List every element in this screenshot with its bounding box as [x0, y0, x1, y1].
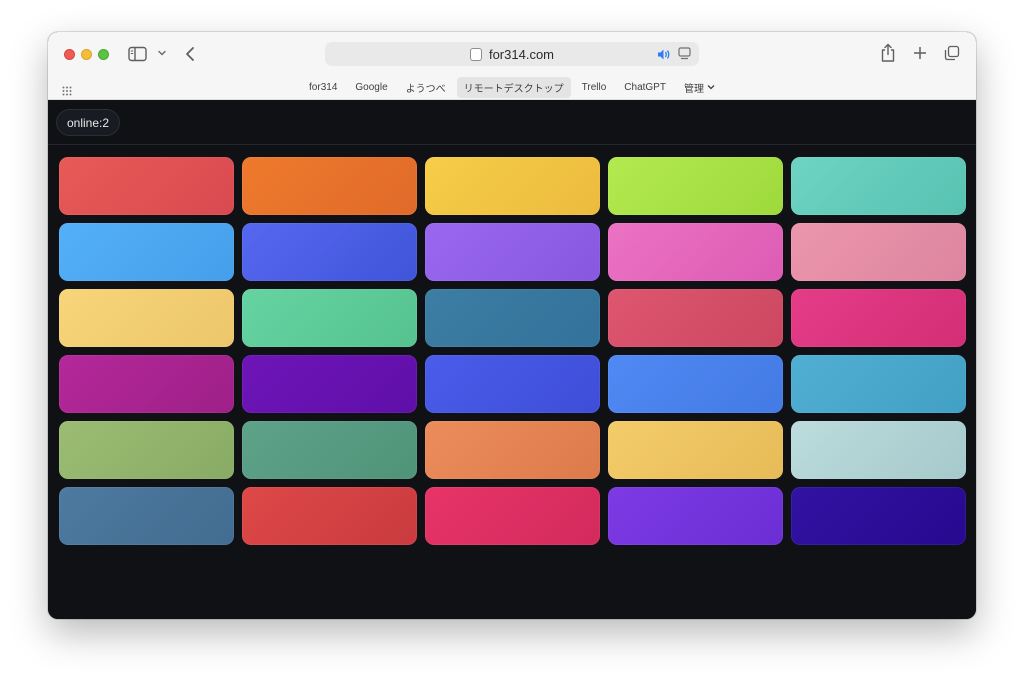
minimize-window-button[interactable] — [81, 49, 92, 60]
browser-titlebar: for314.com — [48, 32, 976, 76]
color-tile[interactable] — [791, 355, 966, 413]
color-tile[interactable] — [608, 157, 783, 215]
color-tile[interactable] — [59, 355, 234, 413]
back-arrow-icon[interactable] — [182, 44, 198, 64]
color-tile[interactable] — [425, 223, 600, 281]
online-status-badge: online:2 — [56, 109, 121, 136]
favorites-bar: for314 Google ようつべ リモートデスクトップ Trello Cha… — [48, 76, 976, 100]
favorite-link-remote-desktop[interactable]: リモートデスクトップ — [456, 77, 571, 98]
color-tile[interactable] — [425, 157, 600, 215]
color-tile[interactable] — [608, 289, 783, 347]
color-tile[interactable] — [425, 289, 600, 347]
color-tile[interactable] — [425, 355, 600, 413]
color-tile[interactable] — [608, 223, 783, 281]
color-tile-grid — [59, 157, 966, 545]
color-tile[interactable] — [791, 289, 966, 347]
color-tile[interactable] — [608, 355, 783, 413]
color-tile[interactable] — [59, 289, 234, 347]
close-window-button[interactable] — [64, 49, 75, 60]
color-tile[interactable] — [791, 157, 966, 215]
color-tile[interactable] — [425, 421, 600, 479]
favorite-link-chatgpt[interactable]: ChatGPT — [617, 79, 673, 96]
color-tile[interactable] — [242, 289, 417, 347]
site-favicon-icon — [469, 47, 482, 61]
color-tile[interactable] — [791, 223, 966, 281]
browser-window: for314.com for314 Google ようつべ リモートデスクトップ… — [48, 32, 976, 619]
favorites-list: for314 Google ようつべ リモートデスクトップ Trello Cha… — [48, 76, 976, 99]
color-tile[interactable] — [608, 487, 783, 545]
color-tile[interactable] — [791, 487, 966, 545]
color-tile[interactable] — [242, 157, 417, 215]
color-tile[interactable] — [242, 487, 417, 545]
color-tile[interactable] — [425, 487, 600, 545]
page-content: online:2 — [48, 100, 976, 619]
color-tile[interactable] — [59, 487, 234, 545]
color-tile[interactable] — [59, 223, 234, 281]
favorite-folder-admin[interactable]: 管理 — [677, 77, 722, 98]
new-tab-plus-icon[interactable] — [912, 44, 928, 62]
color-tile[interactable] — [791, 421, 966, 479]
color-tile[interactable] — [608, 421, 783, 479]
favorite-link-for314[interactable]: for314 — [302, 79, 344, 96]
chevron-down-icon — [707, 83, 715, 92]
maximize-window-button[interactable] — [98, 49, 109, 60]
page-header: online:2 — [48, 100, 976, 145]
reader-mode-icon[interactable] — [678, 47, 691, 61]
chevron-down-icon[interactable] — [156, 46, 168, 60]
color-tile[interactable] — [242, 355, 417, 413]
color-tile[interactable] — [59, 421, 234, 479]
url-text[interactable]: for314.com — [489, 47, 554, 62]
share-icon[interactable] — [880, 43, 896, 63]
favorite-link-google[interactable]: Google — [348, 79, 394, 96]
tab-overview-icon[interactable] — [944, 45, 960, 61]
color-tile[interactable] — [242, 223, 417, 281]
address-bar[interactable]: for314.com — [325, 42, 699, 66]
favorite-link-trello[interactable]: Trello — [575, 79, 614, 96]
favorite-link-youtube[interactable]: ようつべ — [399, 77, 453, 98]
color-tile[interactable] — [59, 157, 234, 215]
speaker-audio-icon[interactable] — [657, 47, 671, 61]
favorite-folder-admin-label: 管理 — [683, 84, 704, 95]
color-tile[interactable] — [242, 421, 417, 479]
sidebar-toggle-icon[interactable] — [128, 45, 148, 62]
